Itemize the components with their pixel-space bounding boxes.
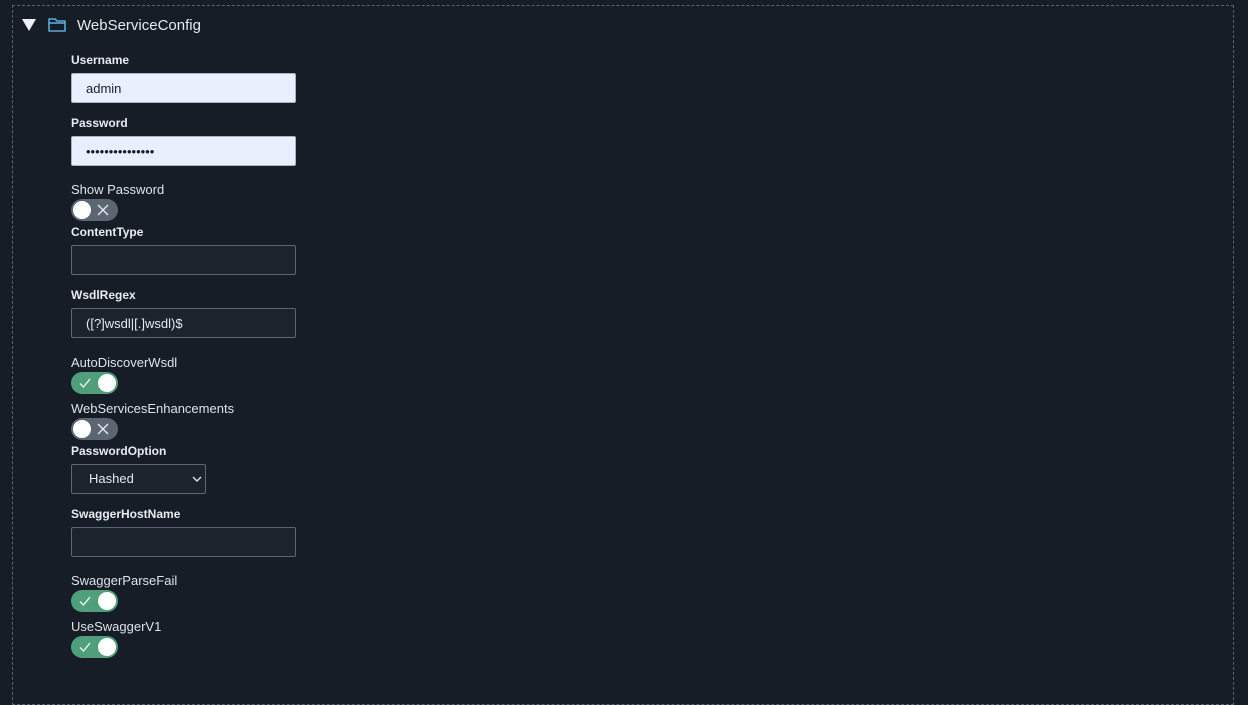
use-swagger-v1-toggle[interactable]	[71, 636, 118, 658]
swagger-host-name-input[interactable]	[71, 527, 296, 557]
wsdl-regex-label: WsdlRegex	[71, 288, 136, 302]
toggle-knob	[73, 420, 91, 438]
chevron-down-icon	[192, 476, 202, 482]
section-title: WebServiceConfig	[77, 16, 201, 34]
password-label: Password	[71, 116, 128, 130]
swagger-parse-fail-toggle[interactable]	[71, 590, 118, 612]
check-icon	[79, 642, 91, 653]
use-swagger-v1-label: UseSwaggerV1	[71, 619, 162, 634]
content-type-input[interactable]	[71, 245, 296, 275]
password-input[interactable]	[71, 136, 296, 166]
x-icon	[97, 423, 109, 435]
swagger-parse-fail-label: SwaggerParseFail	[71, 573, 178, 588]
wsdl-regex-input[interactable]	[71, 308, 296, 338]
folder-open-icon	[48, 18, 66, 32]
show-password-label: Show Password	[71, 182, 165, 197]
auto-discover-wsdl-label: AutoDiscoverWsdl	[71, 355, 178, 370]
swagger-host-name-label: SwaggerHostName	[71, 507, 181, 521]
caret-down-icon[interactable]	[22, 19, 36, 31]
username-input[interactable]	[71, 73, 296, 103]
password-option-value: Hashed	[89, 471, 134, 486]
x-icon	[97, 204, 109, 216]
check-icon	[79, 378, 91, 389]
web-services-enhancements-toggle[interactable]	[71, 418, 118, 440]
username-label: Username	[71, 53, 130, 67]
show-password-toggle[interactable]	[71, 199, 118, 221]
password-option-select[interactable]: Hashed	[71, 464, 206, 494]
content-type-label: ContentType	[71, 225, 144, 239]
toggle-knob	[73, 201, 91, 219]
check-icon	[79, 596, 91, 607]
section-header[interactable]: WebServiceConfig	[22, 14, 201, 36]
toggle-knob	[98, 638, 116, 656]
toggle-knob	[98, 374, 116, 392]
web-services-enhancements-label: WebServicesEnhancements	[71, 401, 235, 416]
password-option-label: PasswordOption	[71, 444, 167, 458]
auto-discover-wsdl-toggle[interactable]	[71, 372, 118, 394]
toggle-knob	[98, 592, 116, 610]
web-service-config-panel	[12, 5, 1234, 705]
